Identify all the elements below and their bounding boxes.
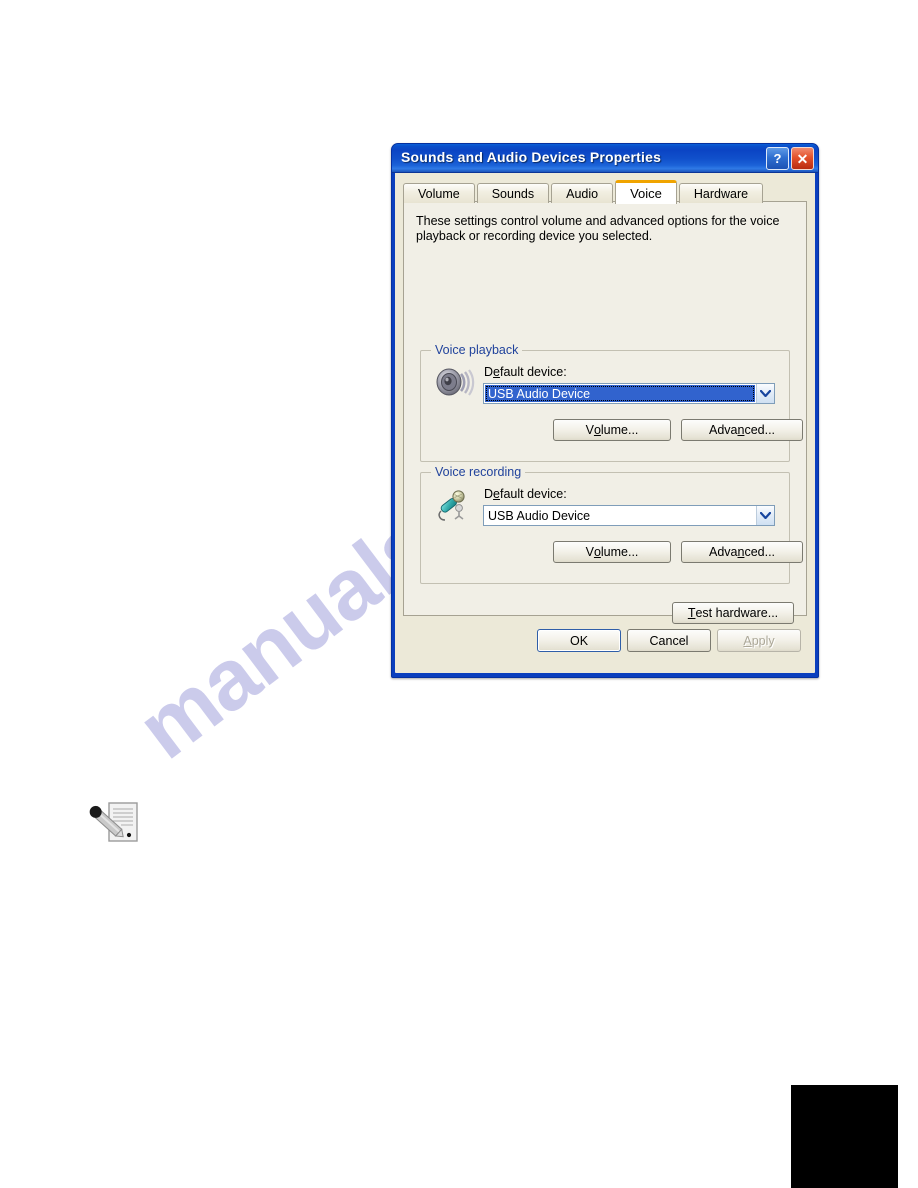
note-pencil-icon xyxy=(85,799,143,847)
dialog-body: Volume Sounds Audio Voice Hardware These… xyxy=(395,173,815,673)
test-hardware-button[interactable]: Test hardware... xyxy=(672,602,794,624)
voice-recording-device-label: Default device: xyxy=(484,487,567,501)
voice-playback-group: Voice playback Default device: USB Audio… xyxy=(420,343,803,462)
chevron-down-icon[interactable] xyxy=(756,506,774,525)
voice-playback-volume-button[interactable]: Vo lume... xyxy=(553,419,671,441)
voice-playback-device-label: Default device: xyxy=(484,365,567,379)
cancel-button[interactable]: Cancel xyxy=(627,629,711,652)
tab-hardware[interactable]: Hardware xyxy=(678,183,764,203)
microphone-icon xyxy=(433,485,475,527)
tab-description: These settings control volume and advanc… xyxy=(416,214,780,243)
tab-volume[interactable]: Volume xyxy=(403,183,475,203)
tab-voice[interactable]: Voice xyxy=(615,180,677,204)
chevron-down-icon[interactable] xyxy=(756,384,774,403)
tab-sounds[interactable]: Sounds xyxy=(476,183,550,203)
tab-audio[interactable]: Audio xyxy=(551,183,614,203)
voice-recording-device-value: USB Audio Device xyxy=(488,508,591,523)
apply-button: Apply xyxy=(717,629,801,652)
ok-button[interactable]: OK xyxy=(537,629,621,652)
voice-recording-group-label: Voice recording xyxy=(431,465,526,479)
voice-playback-group-label: Voice playback xyxy=(431,343,523,357)
dialog-title: Sounds and Audio Devices Properties xyxy=(401,149,662,165)
close-icon[interactable]: ✕ xyxy=(791,147,814,170)
voice-playback-device-combo[interactable]: USB Audio Device xyxy=(483,383,775,404)
sounds-and-audio-devices-properties-dialog: Sounds and Audio Devices Properties ? ✕ … xyxy=(391,143,819,678)
voice-recording-volume-button[interactable]: Vo lume... xyxy=(553,541,671,563)
help-icon[interactable]: ? xyxy=(766,147,789,170)
tab-strip: Volume Sounds Audio Voice Hardware xyxy=(403,179,765,204)
voice-tab-page: These settings control volume and advanc… xyxy=(403,201,807,624)
voice-playback-device-value: USB Audio Device xyxy=(485,385,755,402)
voice-recording-group: Voice recording Default device: USB Audi… xyxy=(420,465,803,584)
voice-recording-advanced-button[interactable]: Adva n ced... xyxy=(681,541,803,563)
black-redaction-box xyxy=(791,1085,898,1188)
dialog-titlebar: Sounds and Audio Devices Properties ? ✕ xyxy=(392,144,818,173)
speaker-icon xyxy=(433,363,475,405)
voice-recording-device-combo[interactable]: USB Audio Device xyxy=(483,505,775,526)
voice-playback-advanced-button[interactable]: Adva n ced... xyxy=(681,419,803,441)
titlebar-buttons: ? ✕ xyxy=(766,147,814,170)
